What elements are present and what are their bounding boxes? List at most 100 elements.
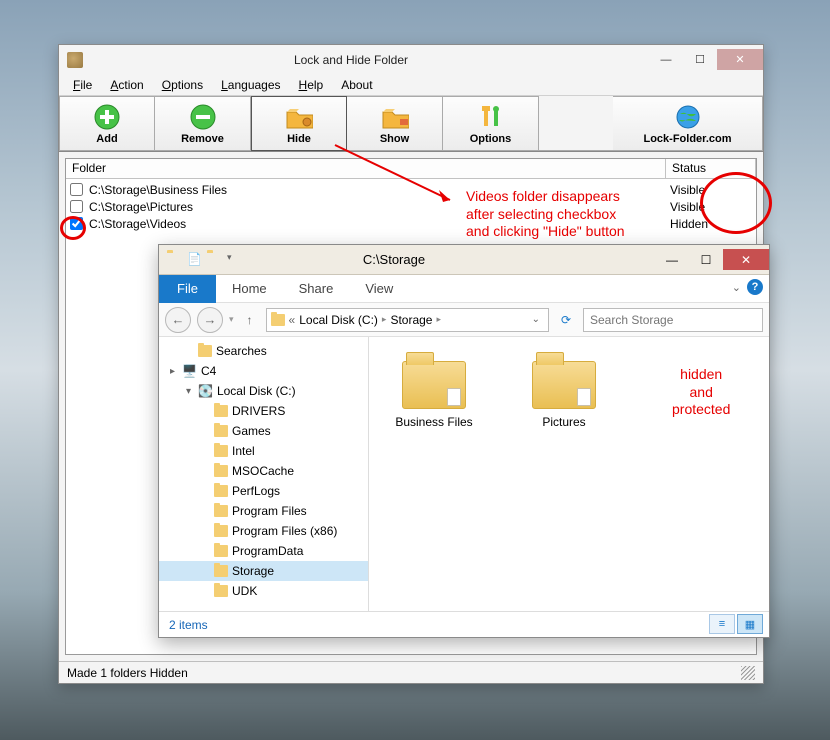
row-status: Visible [666,200,752,214]
content-pane[interactable]: Business Files Pictures [369,337,769,611]
add-button[interactable]: Add [59,96,155,151]
folder-icon [198,345,212,357]
breadcrumb-part-0[interactable]: Local Disk (C:) [299,313,378,327]
row-checkbox[interactable] [70,200,83,213]
hide-label: Hide [287,133,311,145]
item-count: 2 items [169,618,208,632]
folder-icon [214,525,228,537]
row-checkbox[interactable] [70,217,83,230]
tree-label: DRIVERS [232,404,285,418]
tree-item[interactable]: DRIVERS [159,401,368,421]
tree-item[interactable]: Intel [159,441,368,461]
tree-item[interactable]: Games [159,421,368,441]
view-details-button[interactable]: ≡ [709,614,735,634]
breadcrumb-prefix: « [287,313,298,327]
folder-item[interactable]: Pictures [519,361,609,429]
help-icon[interactable]: ? [747,279,763,295]
table-row[interactable]: C:\Storage\Business FilesVisible [66,181,756,198]
table-row[interactable]: C:\Storage\PicturesVisible [66,198,756,215]
close-button[interactable]: ✕ [717,49,763,70]
website-label: Lock-Folder.com [643,133,731,145]
forward-button[interactable]: → [197,307,223,333]
tree-item[interactable]: MSOCache [159,461,368,481]
tree-label: UDK [232,584,257,598]
show-label: Show [380,133,409,145]
menubar: File Action Options Languages Help About [59,74,763,96]
tree-item[interactable]: Searches [159,341,368,361]
breadcrumb-dropdown-icon[interactable]: ⌄ [528,314,544,325]
tree-item[interactable]: ▾💽Local Disk (C:) [159,381,368,401]
menu-action[interactable]: Action [102,76,151,94]
history-dropdown-icon[interactable]: ▾ [229,314,234,325]
explorer-titlebar[interactable]: 📄 ▾ C:\Storage — ☐ ✕ [159,245,769,275]
row-status: Hidden [666,217,752,231]
tree-label: MSOCache [232,464,294,478]
folder-icon [214,425,228,437]
refresh-button[interactable]: ⟳ [555,309,577,331]
column-status[interactable]: Status [666,159,756,178]
tree-label: Local Disk (C:) [217,384,296,398]
tree-twist-icon[interactable]: ▾ [183,386,194,397]
row-path: C:\Storage\Pictures [89,200,666,214]
minimize-button[interactable]: — [649,49,683,70]
menu-options[interactable]: Options [154,76,211,94]
list-header: Folder Status [66,159,756,179]
remove-button[interactable]: Remove [155,96,251,151]
tree-item[interactable]: Program Files (x86) [159,521,368,541]
explorer-minimize-button[interactable]: — [655,249,689,270]
row-status: Visible [666,183,752,197]
explorer-window: 📄 ▾ C:\Storage — ☐ ✕ File Home Share Vie… [158,244,770,638]
ribbon-tab-share[interactable]: Share [283,281,350,296]
tree-item[interactable]: UDK [159,581,368,601]
tree-view[interactable]: Searches▸🖥️C4▾💽Local Disk (C:) DRIVERS Gam… [159,337,369,611]
show-button[interactable]: Show [347,96,443,151]
website-button[interactable]: Lock-Folder.com [613,96,763,151]
minus-icon [189,103,217,131]
column-folder[interactable]: Folder [66,159,666,178]
folder-name: Pictures [542,415,585,429]
up-button[interactable]: ↑ [240,310,260,330]
tree-item[interactable]: Storage [159,561,368,581]
row-path: C:\Storage\Videos [89,217,666,231]
breadcrumb-part-1[interactable]: Storage [390,313,432,327]
breadcrumb[interactable]: « Local Disk (C:) ▸ Storage ▸ ⌄ [266,308,549,332]
toolbar: Add Remove Hide Show Options [59,96,763,152]
tree-item[interactable]: ProgramData [159,541,368,561]
folder-icon [214,505,228,517]
ribbon-expand-icon[interactable]: ⌄ [732,281,741,294]
ribbon-tab-home[interactable]: Home [216,281,283,296]
maximize-button[interactable]: ☐ [683,49,717,70]
explorer-close-button[interactable]: ✕ [723,249,769,270]
options-button[interactable]: Options [443,96,539,151]
ribbon-tab-view[interactable]: View [349,281,409,296]
tree-item[interactable]: PerfLogs [159,481,368,501]
search-input[interactable] [583,308,763,332]
row-checkbox[interactable] [70,183,83,196]
tree-item[interactable]: ▸🖥️C4 [159,361,368,381]
resize-grip[interactable] [741,666,755,680]
chevron-right-icon: ▸ [434,314,443,325]
tree-item[interactable]: Program Files [159,501,368,521]
menu-about[interactable]: About [333,76,380,94]
tools-icon [477,103,505,131]
tree-label: Program Files (x86) [232,524,337,538]
explorer-statusbar: 2 items ≡ ▦ [159,611,769,637]
tree-label: PerfLogs [232,484,280,498]
back-button[interactable]: ← [165,307,191,333]
hide-button[interactable]: Hide [251,96,347,151]
menu-file[interactable]: File [65,76,100,94]
titlebar[interactable]: Lock and Hide Folder — ☐ ✕ [59,45,763,74]
folder-icon [214,565,228,577]
explorer-maximize-button[interactable]: ☐ [689,249,723,270]
tree-twist-icon[interactable]: ▸ [167,366,178,377]
folder-icon [532,361,596,409]
tree-label: Games [232,424,271,438]
folder-name: Business Files [395,415,472,429]
folder-icon [402,361,466,409]
menu-languages[interactable]: Languages [213,76,288,94]
folder-item[interactable]: Business Files [389,361,479,429]
file-tab[interactable]: File [159,275,216,303]
menu-help[interactable]: Help [291,76,332,94]
view-icons-button[interactable]: ▦ [737,614,763,634]
table-row[interactable]: C:\Storage\VideosHidden [66,215,756,232]
